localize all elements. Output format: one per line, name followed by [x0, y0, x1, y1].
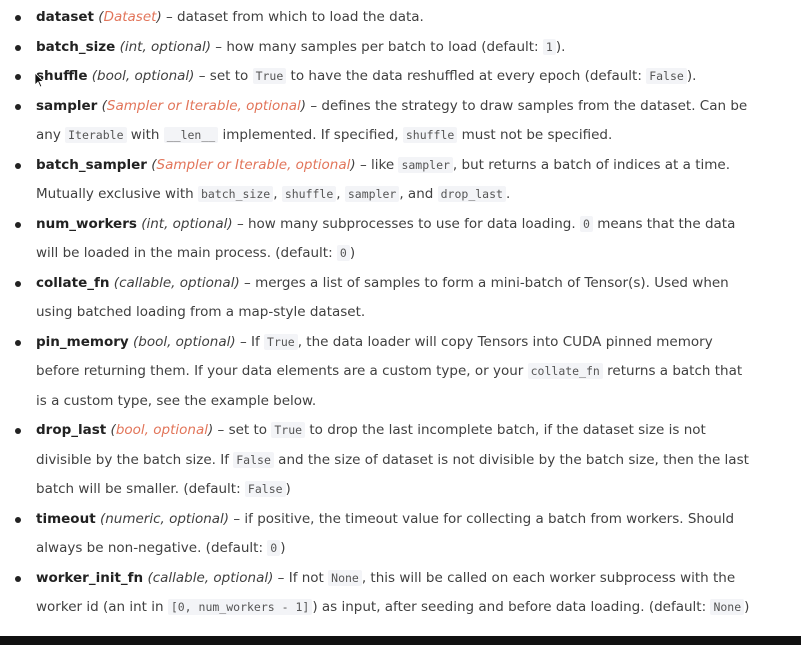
code-literal: shuffle — [281, 186, 337, 202]
param-item: collate_fn (callable, optional) – merges… — [0, 269, 801, 328]
description-text: , and — [399, 186, 438, 202]
type-text: (bool, optional) — [132, 333, 236, 350]
description-text: – dataset from which to load the data. — [161, 9, 424, 25]
description-text: to have the data reshuffled at every epo… — [286, 68, 647, 84]
parameters-section: dataset (Dataset) – dataset from which t… — [0, 0, 801, 636]
code-literal: Iterable — [65, 127, 127, 143]
param-type: (bool, optional) — [133, 334, 236, 350]
description-text: – how many samples per batch to load (de… — [211, 38, 543, 55]
code-literal: None — [328, 569, 362, 586]
param-type: (bool, optional) — [92, 68, 195, 84]
param-type: (Dataset) — [98, 9, 161, 25]
code-literal: 1 — [542, 38, 556, 55]
param-item: timeout (numeric, optional) – if positiv… — [0, 505, 801, 564]
description-text: ) — [744, 599, 750, 615]
code-literal: False — [646, 68, 687, 84]
description-text: ) — [285, 481, 291, 497]
description-text: ). — [555, 38, 566, 55]
param-name: drop_last — [36, 422, 107, 438]
param-item: shuffle (bool, optional) – set to True t… — [0, 62, 801, 92]
param-name: batch_sampler — [36, 156, 147, 173]
type-text: (int, optional) — [119, 38, 212, 55]
param-item: worker_init_fn (callable, optional) – If… — [0, 564, 801, 623]
param-name: worker_init_fn — [36, 569, 144, 586]
code-literal: 0 — [579, 215, 593, 232]
param-type: (Sampler or Iterable, optional) — [151, 157, 355, 173]
code-literal: drop_last — [437, 186, 506, 202]
code-literal: 0 — [336, 245, 350, 261]
param-type: (callable, optional) — [114, 275, 240, 291]
description-text: – set to — [213, 422, 272, 438]
description-text: , — [336, 186, 345, 202]
param-item: sampler (Sampler or Iterable, optional) … — [0, 92, 801, 151]
type-link[interactable]: Dataset — [104, 9, 157, 25]
code-literal: collate_fn — [527, 363, 603, 379]
type-text: (int, optional) — [141, 215, 233, 232]
description-text: – set to — [194, 68, 253, 84]
type-text: (bool, optional) — [91, 68, 195, 84]
code-literal: True — [271, 422, 306, 438]
code-literal: [0, num_workers - 1] — [167, 599, 313, 615]
description-text: – If — [235, 333, 265, 350]
param-type: (numeric, optional) — [100, 511, 229, 527]
code-literal: True — [252, 68, 287, 84]
description-text: with — [126, 127, 164, 143]
type-link[interactable]: Sampler or Iterable, optional — [107, 98, 301, 114]
code-literal: batch_size — [197, 186, 274, 202]
description-text: . — [505, 186, 511, 202]
description-text: – how many subprocesses to use for data … — [232, 215, 580, 232]
param-type: (int, optional) — [141, 216, 232, 232]
param-item: batch_sampler (Sampler or Iterable, opti… — [0, 151, 801, 210]
param-name: dataset — [36, 9, 94, 25]
param-name: pin_memory — [36, 333, 129, 350]
parameter-list: dataset (Dataset) – dataset from which t… — [0, 0, 801, 623]
param-name: sampler — [36, 97, 98, 114]
type-text: (callable, optional) — [147, 569, 274, 586]
code-literal: __len__ — [163, 127, 219, 143]
param-type: (int, optional) — [120, 39, 211, 55]
param-item: drop_last (bool, optional) – set to True… — [0, 416, 801, 505]
param-item: num_workers (int, optional) – how many s… — [0, 210, 801, 269]
code-literal: False — [233, 451, 274, 468]
param-type: (Sampler or Iterable, optional) — [102, 98, 306, 114]
code-literal: True — [264, 333, 298, 350]
description-text: implemented. If specified, — [218, 127, 403, 143]
param-name: num_workers — [36, 215, 137, 232]
code-literal: sampler — [344, 186, 400, 202]
description-text: ). — [686, 68, 697, 84]
code-literal: 0 — [267, 540, 281, 556]
screen-bottom-bar — [0, 636, 801, 645]
type-text: (callable, optional) — [113, 274, 240, 291]
param-item: batch_size (int, optional) – how many sa… — [0, 33, 801, 63]
code-literal: sampler — [398, 156, 453, 173]
description-text: must not be specified. — [457, 127, 613, 143]
description-text: ) — [349, 245, 356, 261]
param-type: (bool, optional) — [111, 422, 214, 438]
description-text: ) as input, after seeding and before dat… — [312, 599, 711, 615]
code-literal: False — [244, 481, 286, 497]
code-literal: None — [710, 599, 745, 615]
code-literal: shuffle — [402, 127, 458, 143]
type-text: (numeric, optional) — [99, 510, 230, 527]
mouse-pointer-icon — [34, 72, 45, 88]
param-type: (callable, optional) — [147, 570, 273, 586]
description-text: – like — [355, 156, 399, 173]
param-item: pin_memory (bool, optional) – If True, t… — [0, 328, 801, 417]
description-text: , — [273, 186, 282, 202]
description-text: ) — [280, 540, 286, 556]
param-name: collate_fn — [36, 274, 110, 291]
param-item: dataset (Dataset) – dataset from which t… — [0, 3, 801, 33]
param-name: batch_size — [36, 38, 116, 55]
description-text: – If not — [273, 569, 329, 586]
type-link[interactable]: Sampler or Iterable, optional — [157, 157, 351, 173]
type-link[interactable]: bool, optional — [116, 422, 208, 438]
param-name: timeout — [36, 510, 96, 527]
